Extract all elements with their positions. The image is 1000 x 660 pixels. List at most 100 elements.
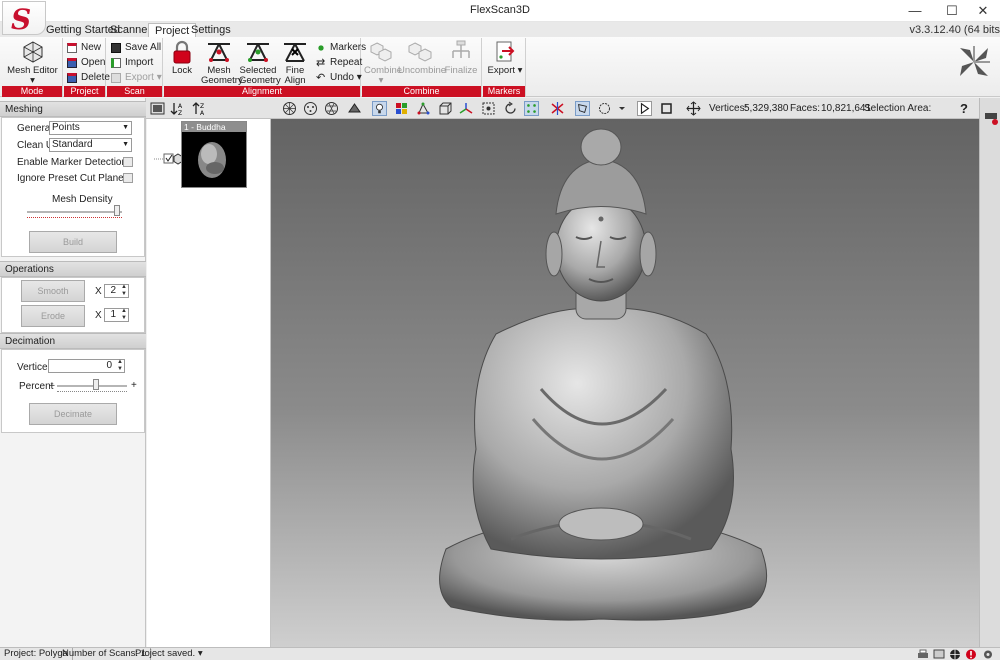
- play-icon[interactable]: [637, 101, 652, 116]
- printer-icon[interactable]: [917, 649, 929, 660]
- percent-minus[interactable]: –: [49, 380, 55, 391]
- group-label-mode: Mode: [2, 86, 62, 97]
- brand-logo-icon: [960, 46, 990, 76]
- view-solid-icon[interactable]: [347, 101, 362, 116]
- buddha-model: [439, 128, 768, 621]
- mesh-geometry-button[interactable]: Mesh Geometry: [201, 40, 243, 86]
- view-points-icon[interactable]: [303, 101, 318, 116]
- axes-icon[interactable]: [459, 101, 474, 116]
- meshing-panel: Generate Points ▼ Clean Up Standard ▼ Enab…: [1, 117, 145, 257]
- mesh-editor-button[interactable]: Mesh Editor ▾: [6, 40, 59, 86]
- build-button[interactable]: Build: [29, 231, 117, 253]
- help-button[interactable]: ?: [960, 101, 968, 116]
- svg-text:A: A: [200, 110, 205, 116]
- undo-icon: ↶: [316, 72, 326, 84]
- pan-move-icon[interactable]: [686, 101, 701, 116]
- 3d-viewport[interactable]: [271, 119, 979, 647]
- selection-box-icon[interactable]: [481, 101, 496, 116]
- decimate-button[interactable]: Decimate: [29, 403, 117, 425]
- stop-icon[interactable]: [659, 101, 674, 116]
- generate-select[interactable]: Points ▼: [49, 121, 132, 135]
- mesh-density-slider[interactable]: [114, 205, 121, 216]
- maximize-button[interactable]: ☐: [935, 0, 969, 22]
- percent-plus[interactable]: +: [131, 380, 137, 391]
- decimation-panel: Vertices 0 ▲ ▼ Percent – + Decimate: [1, 349, 145, 433]
- smooth-x-label: X: [95, 286, 102, 297]
- rotate-icon[interactable]: [503, 101, 518, 116]
- spinner-arrows-icon: ▲ ▼: [121, 308, 127, 321]
- circle-select-icon[interactable]: [597, 101, 612, 116]
- fine-align-icon: [284, 43, 306, 62]
- ignore-cut-planes-label: Ignore Preset Cut Planes: [17, 173, 129, 184]
- save-all-button[interactable]: Save All: [111, 41, 161, 55]
- scan-title: 1 - Buddha: [182, 122, 246, 132]
- error-alert-icon[interactable]: [965, 649, 977, 660]
- operations-header[interactable]: Operations: [0, 261, 146, 277]
- marker-detection-checkbox[interactable]: [123, 157, 133, 167]
- delete-icon: [67, 73, 77, 83]
- smooth-button[interactable]: Smooth: [21, 280, 85, 302]
- sort-ascending-icon[interactable]: AZ: [170, 101, 185, 116]
- mesh-density-track: [27, 211, 122, 213]
- open-button[interactable]: Open: [67, 56, 105, 70]
- thumbnail-view-icon[interactable]: [150, 101, 165, 116]
- minimize-button[interactable]: —: [898, 0, 932, 22]
- screen-icon[interactable]: [933, 649, 945, 660]
- view-wireframe-icon[interactable]: [282, 101, 297, 116]
- title-bar: FlexScan3D — ☐ ✕: [0, 0, 1000, 22]
- select-dropdown-icon[interactable]: [617, 101, 627, 116]
- texture-grid-icon[interactable]: [394, 101, 409, 116]
- import-button[interactable]: Import: [111, 56, 153, 70]
- scan-thumbnail[interactable]: 1 - Buddha: [181, 121, 247, 188]
- undo-button[interactable]: ↶ Undo ▾: [316, 71, 362, 85]
- list-item[interactable]: 1 - Buddha: [149, 121, 269, 191]
- app-logo[interactable]: S: [2, 1, 46, 36]
- cut-plane-icon[interactable]: [550, 101, 565, 116]
- group-label-combine: Combine: [362, 86, 481, 97]
- tab-settings[interactable]: Settings: [185, 23, 237, 37]
- lasso-select-icon[interactable]: [575, 101, 590, 116]
- erode-iterations-spinner[interactable]: 1 ▲ ▼: [104, 308, 129, 322]
- view-mesh-icon[interactable]: [324, 101, 339, 116]
- cleanup-select[interactable]: Standard ▼: [49, 138, 132, 152]
- markers-button[interactable]: Markers: [316, 41, 366, 55]
- combine-button[interactable]: Combine ▾: [364, 40, 402, 86]
- meshing-header[interactable]: Meshing: [0, 101, 146, 117]
- vertices-count-value: 5,329,380: [744, 103, 789, 114]
- group-label-project: Project: [64, 86, 105, 97]
- erode-button[interactable]: Erode: [21, 305, 85, 327]
- smooth-iterations-spinner[interactable]: 2 ▲ ▼: [104, 284, 129, 298]
- status-message[interactable]: Project saved. ▾: [135, 648, 203, 660]
- ignore-cut-planes-checkbox[interactable]: [123, 173, 133, 183]
- decimation-header[interactable]: Decimation: [0, 333, 146, 349]
- export-scan-button[interactable]: Export ▾: [111, 71, 162, 85]
- percent-ticks: [57, 391, 127, 394]
- bounding-box-icon[interactable]: [438, 101, 453, 116]
- sort-descending-icon[interactable]: ZA: [192, 101, 207, 116]
- close-button[interactable]: ✕: [966, 0, 1000, 22]
- settings-icon[interactable]: [981, 649, 995, 660]
- markers-view-icon[interactable]: [524, 101, 539, 116]
- color-map-icon[interactable]: [416, 101, 431, 116]
- lock-button[interactable]: Lock: [167, 40, 197, 76]
- globe-icon[interactable]: [949, 649, 961, 660]
- new-icon: [67, 43, 77, 53]
- selected-geometry-icon: [247, 43, 269, 62]
- uncombine-button[interactable]: Uncombine: [398, 40, 446, 76]
- finalize-button[interactable]: Finalize: [444, 40, 478, 76]
- side-panel-toggle-icon[interactable]: [984, 112, 998, 126]
- repeat-button[interactable]: ⇄ Repeat: [316, 56, 362, 70]
- fine-align-button[interactable]: Fine Align: [277, 40, 313, 86]
- selected-geometry-button[interactable]: Selected Geometry: [239, 40, 281, 86]
- delete-button[interactable]: Delete: [67, 71, 110, 85]
- new-button[interactable]: New: [67, 41, 101, 55]
- markers-export-button[interactable]: Export ▾: [486, 40, 524, 76]
- lighting-icon[interactable]: [372, 101, 387, 116]
- mesh-density-ticks: [27, 217, 122, 220]
- ribbon: Mesh Editor ▾ Mode New Open Delete Proje…: [0, 37, 1000, 97]
- chevron-down-icon: ▼: [122, 124, 129, 131]
- finalize-icon: [452, 40, 470, 58]
- vertices-spinner[interactable]: 0 ▲ ▼: [48, 359, 125, 373]
- window-title: FlexScan3D: [470, 4, 530, 16]
- percent-slider[interactable]: [92, 379, 99, 390]
